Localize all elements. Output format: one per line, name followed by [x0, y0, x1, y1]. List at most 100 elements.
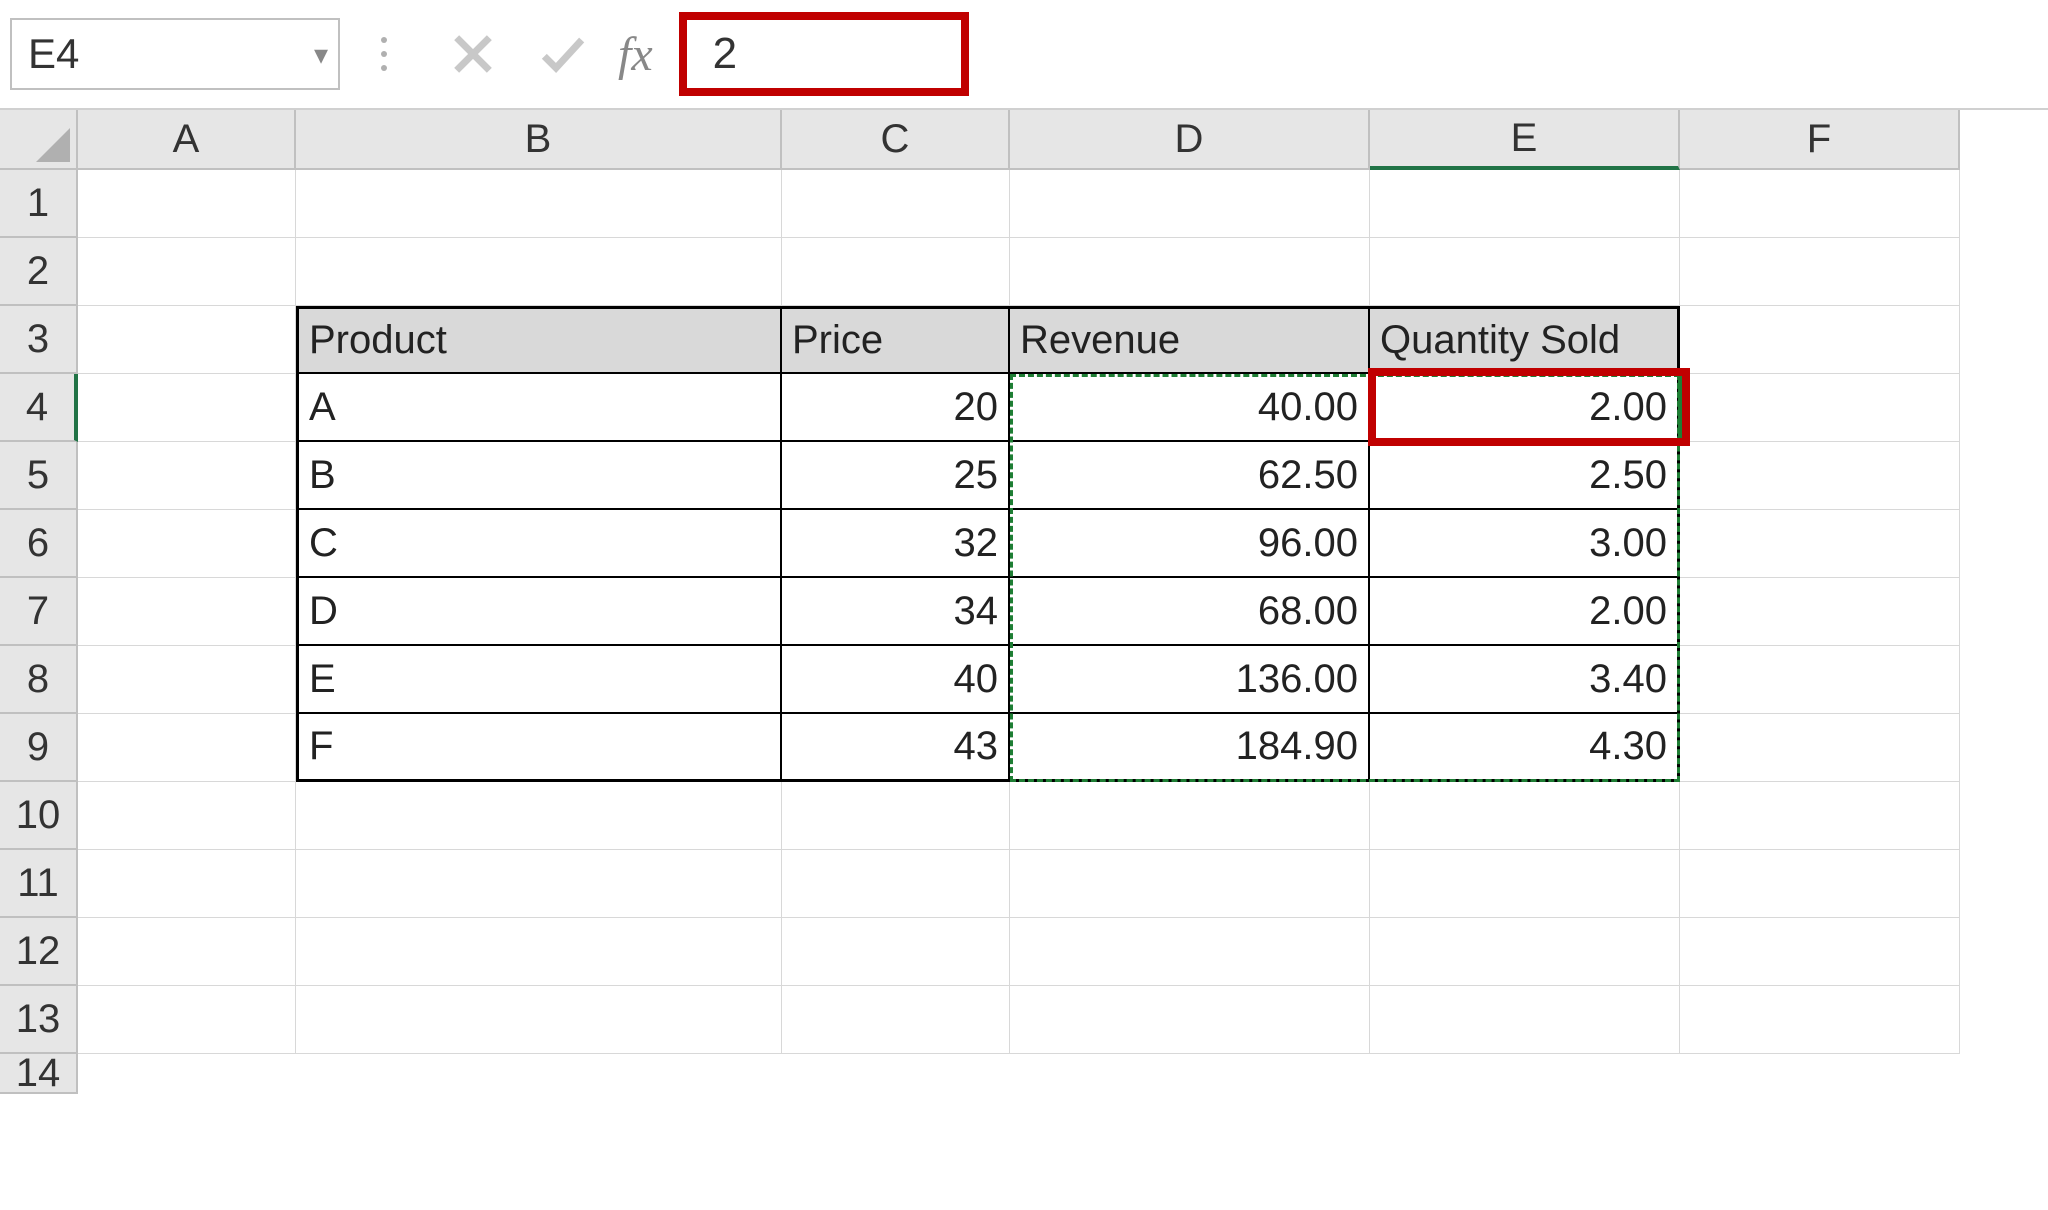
- cell-a5[interactable]: [78, 442, 296, 510]
- formula-bar-grip[interactable]: [364, 37, 404, 71]
- row-header-13[interactable]: 13: [0, 986, 78, 1054]
- row-header-8[interactable]: 8: [0, 646, 78, 714]
- cell-a12[interactable]: [78, 918, 296, 986]
- cell-e3[interactable]: Quantity Sold: [1370, 306, 1680, 374]
- cell-e7[interactable]: 2.00: [1370, 578, 1680, 646]
- cell-f1[interactable]: [1680, 170, 1960, 238]
- cell-d12[interactable]: [1010, 918, 1370, 986]
- cell-d13[interactable]: [1010, 986, 1370, 1054]
- cell-a9[interactable]: [78, 714, 296, 782]
- cell-grid[interactable]: Product Price Revenue Quantity Sold A 20…: [78, 170, 2048, 1054]
- cell-c12[interactable]: [782, 918, 1010, 986]
- select-all-corner[interactable]: [0, 110, 78, 170]
- cell-b11[interactable]: [296, 850, 782, 918]
- cell-b4[interactable]: A: [296, 374, 782, 442]
- cell-b9[interactable]: F: [296, 714, 782, 782]
- cell-b12[interactable]: [296, 918, 782, 986]
- col-header-e[interactable]: E: [1370, 110, 1680, 170]
- cell-d10[interactable]: [1010, 782, 1370, 850]
- row-header-12[interactable]: 12: [0, 918, 78, 986]
- cell-c2[interactable]: [782, 238, 1010, 306]
- row-header-6[interactable]: 6: [0, 510, 78, 578]
- cell-a1[interactable]: [78, 170, 296, 238]
- row-header-2[interactable]: 2: [0, 238, 78, 306]
- cell-a8[interactable]: [78, 646, 296, 714]
- cell-f7[interactable]: [1680, 578, 1960, 646]
- cell-a13[interactable]: [78, 986, 296, 1054]
- cell-b3[interactable]: Product: [296, 306, 782, 374]
- cell-b2[interactable]: [296, 238, 782, 306]
- cell-c7[interactable]: 34: [782, 578, 1010, 646]
- cell-f13[interactable]: [1680, 986, 1960, 1054]
- cell-f2[interactable]: [1680, 238, 1960, 306]
- cell-b10[interactable]: [296, 782, 782, 850]
- cell-e9[interactable]: 4.30: [1370, 714, 1680, 782]
- row-header-5[interactable]: 5: [0, 442, 78, 510]
- cell-d7[interactable]: 68.00: [1010, 578, 1370, 646]
- row-header-10[interactable]: 10: [0, 782, 78, 850]
- cell-a10[interactable]: [78, 782, 296, 850]
- cell-e12[interactable]: [1370, 918, 1680, 986]
- cell-a6[interactable]: [78, 510, 296, 578]
- row-header-1[interactable]: 1: [0, 170, 78, 238]
- col-header-f[interactable]: F: [1680, 110, 1960, 170]
- cell-f10[interactable]: [1680, 782, 1960, 850]
- row-header-4[interactable]: 4: [0, 374, 78, 442]
- cell-b5[interactable]: B: [296, 442, 782, 510]
- col-header-d[interactable]: D: [1010, 110, 1370, 170]
- cell-f9[interactable]: [1680, 714, 1960, 782]
- cell-d5[interactable]: 62.50: [1010, 442, 1370, 510]
- cell-b7[interactable]: D: [296, 578, 782, 646]
- cell-e6[interactable]: 3.00: [1370, 510, 1680, 578]
- cell-d1[interactable]: [1010, 170, 1370, 238]
- col-header-c[interactable]: C: [782, 110, 1010, 170]
- cell-f11[interactable]: [1680, 850, 1960, 918]
- cell-e13[interactable]: [1370, 986, 1680, 1054]
- cell-e5[interactable]: 2.50: [1370, 442, 1680, 510]
- row-header-9[interactable]: 9: [0, 714, 78, 782]
- col-header-a[interactable]: A: [78, 110, 296, 170]
- cell-c1[interactable]: [782, 170, 1010, 238]
- cell-a2[interactable]: [78, 238, 296, 306]
- cell-d4[interactable]: 40.00: [1010, 374, 1370, 442]
- cell-d3[interactable]: Revenue: [1010, 306, 1370, 374]
- cell-e2[interactable]: [1370, 238, 1680, 306]
- cell-d9[interactable]: 184.90: [1010, 714, 1370, 782]
- col-header-b[interactable]: B: [296, 110, 782, 170]
- cell-e8[interactable]: 3.40: [1370, 646, 1680, 714]
- cell-a11[interactable]: [78, 850, 296, 918]
- name-box[interactable]: E4 ▾: [10, 18, 340, 90]
- formula-input[interactable]: 2: [713, 29, 737, 79]
- cell-c13[interactable]: [782, 986, 1010, 1054]
- cell-c11[interactable]: [782, 850, 1010, 918]
- row-header-14[interactable]: 14: [0, 1054, 78, 1094]
- row-header-3[interactable]: 3: [0, 306, 78, 374]
- cell-b6[interactable]: C: [296, 510, 782, 578]
- cell-d6[interactable]: 96.00: [1010, 510, 1370, 578]
- cell-b1[interactable]: [296, 170, 782, 238]
- cell-a3[interactable]: [78, 306, 296, 374]
- cell-c4[interactable]: 20: [782, 374, 1010, 442]
- cell-b13[interactable]: [296, 986, 782, 1054]
- cell-e4[interactable]: 2.00: [1370, 374, 1680, 442]
- cell-c10[interactable]: [782, 782, 1010, 850]
- cell-d8[interactable]: 136.00: [1010, 646, 1370, 714]
- insert-function-button[interactable]: fx: [618, 27, 653, 82]
- cell-e11[interactable]: [1370, 850, 1680, 918]
- cell-f4[interactable]: [1680, 374, 1960, 442]
- cell-e1[interactable]: [1370, 170, 1680, 238]
- cell-c6[interactable]: 32: [782, 510, 1010, 578]
- row-header-11[interactable]: 11: [0, 850, 78, 918]
- cell-a4[interactable]: [78, 374, 296, 442]
- cell-d2[interactable]: [1010, 238, 1370, 306]
- cell-e10[interactable]: [1370, 782, 1680, 850]
- cell-b8[interactable]: E: [296, 646, 782, 714]
- cell-c8[interactable]: 40: [782, 646, 1010, 714]
- cell-c9[interactable]: 43: [782, 714, 1010, 782]
- cell-f8[interactable]: [1680, 646, 1960, 714]
- cell-a7[interactable]: [78, 578, 296, 646]
- cell-c3[interactable]: Price: [782, 306, 1010, 374]
- cell-f3[interactable]: [1680, 306, 1960, 374]
- cell-f5[interactable]: [1680, 442, 1960, 510]
- cell-d11[interactable]: [1010, 850, 1370, 918]
